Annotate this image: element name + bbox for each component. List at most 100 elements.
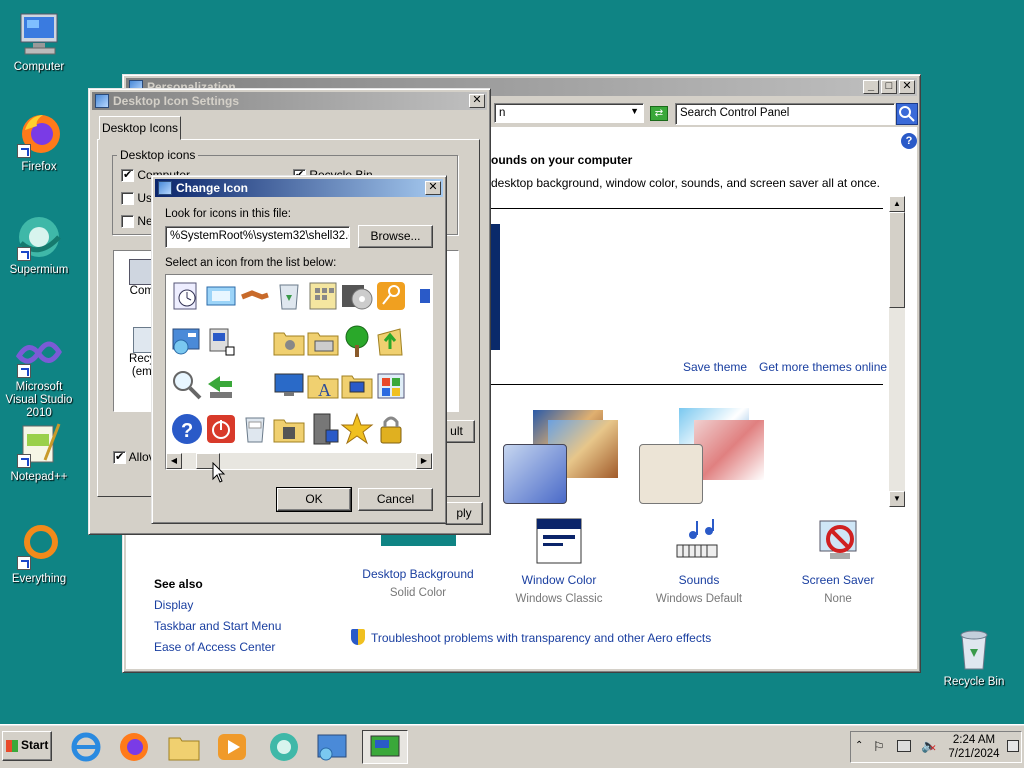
shutdown-icon[interactable]	[204, 412, 238, 446]
cd-drive-icon[interactable]	[340, 279, 374, 313]
folder-up-icon[interactable]	[374, 325, 408, 359]
icon-list-scrollbar[interactable]: ◀ ▶	[166, 453, 432, 469]
network-drive-icon[interactable]	[204, 368, 238, 402]
desktop-icon-notepadpp[interactable]: Notepad++	[0, 420, 78, 484]
window-icon[interactable]	[204, 279, 238, 313]
taskbar-personalization[interactable]	[362, 730, 408, 764]
checkbox-network[interactable]: Ne	[121, 214, 153, 229]
ok-button[interactable]: OK	[276, 487, 352, 512]
change-icon-dialog: Change Icon ✕ Look for icons in this fil…	[151, 175, 447, 524]
get-more-themes-link[interactable]: Get more themes online	[759, 360, 887, 374]
chevron-down-icon[interactable]: ▼	[630, 106, 639, 116]
close-button[interactable]: ✕	[469, 94, 485, 108]
ease-of-access-link[interactable]: Ease of Access Center	[154, 640, 275, 654]
key-icon[interactable]	[374, 279, 408, 313]
folder-settings-icon[interactable]	[272, 325, 306, 359]
taskbar-media-player[interactable]	[214, 730, 250, 764]
monitor-icon[interactable]	[272, 368, 306, 402]
taskbar-start-menu-link[interactable]: Taskbar and Start Menu	[154, 619, 281, 633]
folder-printer-icon[interactable]	[306, 325, 340, 359]
search-icon[interactable]	[170, 368, 204, 402]
control-panel-icon[interactable]	[170, 325, 204, 359]
category-desktop-background[interactable]: Desktop Background Solid Color	[358, 567, 478, 599]
keypad-icon[interactable]	[306, 279, 340, 313]
firefox-icon	[120, 733, 148, 761]
address-bar[interactable]: n ▼	[494, 103, 644, 123]
server-icon[interactable]	[306, 412, 340, 446]
scroll-up-arrow-icon[interactable]: ▲	[889, 196, 905, 212]
desktop-icon-visual-studio[interactable]: Microsoft Visual Studio 2010	[0, 330, 78, 420]
search-input[interactable]: Search Control Panel	[675, 103, 895, 125]
start-button[interactable]: Start	[2, 731, 52, 761]
system-info-icon[interactable]	[204, 325, 238, 359]
button-label: Cancel	[376, 492, 415, 506]
system-tray: ⌃ ⚐ 🔈 ✕ 2:24 AM 7/21/2024	[850, 731, 1022, 763]
internet-explorer-icon	[71, 732, 101, 762]
category-sounds[interactable]: Sounds Windows Default	[639, 517, 759, 605]
network-icon[interactable]	[897, 740, 911, 752]
show-hidden-icons-icon[interactable]: ⌃	[855, 740, 863, 751]
recycle-bin-full-icon[interactable]	[238, 412, 272, 446]
theme-scrollbar[interactable]: ▲ ▼	[889, 196, 905, 507]
scroll-left-arrow-icon[interactable]: ◀	[166, 453, 182, 469]
minimize-button[interactable]: _	[863, 80, 879, 94]
scroll-down-arrow-icon[interactable]: ▼	[889, 491, 905, 507]
icon-list[interactable]: A ? ◀ ▶	[165, 274, 433, 470]
help-icon[interactable]: ?	[170, 412, 204, 446]
save-theme-link[interactable]: Save theme	[683, 360, 747, 374]
timer-icon[interactable]	[170, 279, 204, 313]
troubleshoot-link[interactable]: Troubleshoot problems with transparency …	[371, 631, 711, 645]
desktop-icon-label: Microsoft Visual Studio 2010	[5, 381, 73, 419]
close-button[interactable]: ✕	[425, 181, 441, 195]
cancel-button[interactable]: Cancel	[358, 488, 433, 511]
scroll-thumb[interactable]	[889, 212, 905, 308]
allow-themes-checkbox[interactable]: Allov	[113, 450, 155, 465]
category-value: Windows Classic	[515, 593, 603, 605]
handshake-icon[interactable]	[238, 279, 272, 313]
desktop-icon-firefox[interactable]: Firefox	[0, 110, 78, 174]
apply-button[interactable]: ply	[445, 502, 483, 525]
partial-icon[interactable]	[408, 279, 432, 313]
maximize-button[interactable]: □	[881, 80, 897, 94]
desktop-icon-everything[interactable]: Everything	[0, 522, 78, 586]
category-window-color[interactable]: Window Color Windows Classic	[499, 517, 619, 605]
theme-characters[interactable]	[639, 408, 764, 504]
change-icon-titlebar[interactable]: Change Icon ✕	[155, 179, 443, 197]
taskbar-internet-explorer[interactable]	[68, 730, 104, 764]
folder-computer-icon[interactable]	[340, 368, 374, 402]
folder-tools-icon[interactable]	[272, 412, 306, 446]
scroll-right-arrow-icon[interactable]: ▶	[416, 453, 432, 469]
tree-icon[interactable]	[340, 325, 374, 359]
tab-desktop-icons[interactable]: Desktop Icons	[99, 116, 181, 140]
category-screen-saver[interactable]: Screen Saver None	[778, 517, 898, 605]
clock[interactable]: 2:24 AM 7/21/2024	[943, 733, 1005, 761]
theme-aero[interactable]	[503, 410, 623, 504]
checkbox-users-files[interactable]: Us	[121, 191, 152, 206]
search-icon[interactable]	[896, 103, 918, 125]
refresh-icon[interactable]: ⇄	[650, 106, 668, 121]
category-value: Solid Color	[389, 587, 447, 599]
taskbar-firefox[interactable]	[116, 730, 152, 764]
desktop-icon-computer[interactable]: Computer	[0, 10, 78, 74]
taskbar-supermium[interactable]	[266, 730, 302, 764]
windows-update-icon[interactable]	[374, 368, 408, 402]
display-link[interactable]: Display	[154, 598, 193, 612]
taskbar-control-panel[interactable]	[314, 730, 350, 764]
taskbar-explorer[interactable]	[166, 730, 202, 764]
star-icon[interactable]	[340, 412, 374, 446]
window-color-icon	[535, 517, 583, 565]
fonts-icon[interactable]: A	[306, 368, 340, 402]
desktop-icon-settings-titlebar[interactable]: Desktop Icon Settings ✕	[92, 92, 487, 110]
recycle-bin-empty-icon[interactable]	[272, 279, 306, 313]
browse-button[interactable]: Browse...	[358, 225, 433, 248]
show-desktop-icon[interactable]	[1007, 740, 1019, 752]
file-path-input[interactable]: %SystemRoot%\system32\shell32.dll	[165, 226, 350, 248]
lock-icon[interactable]	[374, 412, 408, 446]
desktop-icon-recycle-bin[interactable]: Recycle Bin	[935, 625, 1013, 689]
close-button[interactable]: ✕	[899, 80, 915, 94]
desktop-icon-supermium[interactable]: Supermium	[0, 213, 78, 277]
help-icon[interactable]: ?	[901, 133, 917, 149]
action-center-flag-icon[interactable]: ⚐	[873, 739, 885, 755]
desktop-icon-label: Firefox	[21, 161, 57, 173]
address-text: n	[499, 107, 506, 119]
